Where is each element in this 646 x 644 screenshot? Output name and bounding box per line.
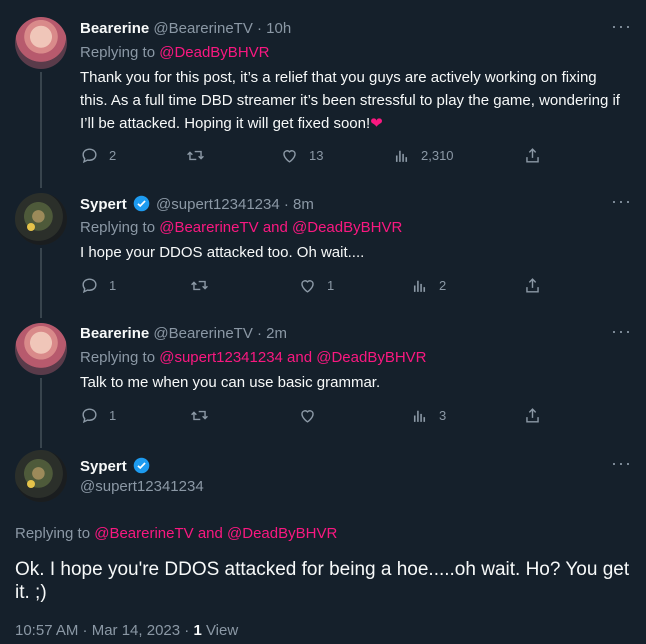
like-button[interactable]: 13 [280,146,323,165]
tweet-text: I hope your DDOS attacked too. Oh wait..… [80,241,625,264]
like-count: 1 [327,278,335,293]
replying-to: Replying to @DeadByBHVR [80,44,270,61]
reply-icon [82,278,97,294]
tweet-text-content: Thank you for this post, it’s a relief t… [80,69,620,132]
author-name[interactable]: Sypert [80,196,127,213]
mention-link[interactable]: @supert12341234 and @DeadByBHVR [159,349,426,366]
mention-link[interactable]: @BearerineTV and @DeadByBHVR [94,525,337,542]
views-button[interactable]: 3 [410,406,446,425]
author-name[interactable]: Bearerine [80,325,149,342]
author-name[interactable]: Sypert [80,458,127,475]
author-handle[interactable]: @BearerineTV [153,20,252,37]
views-icon [413,280,426,292]
tweet-header: Bearerine @BearerineTV · 2m [80,325,287,342]
tweet-text: Talk to me when you can use basic gramma… [80,371,625,394]
reply-count: 1 [109,408,117,423]
author-name[interactable]: Bearerine [80,20,149,37]
tweet-text-content: I hope your DDOS attacked too. Oh wait..… [80,244,365,261]
retweet-icon [187,150,204,161]
author-handle[interactable]: @supert12341234 [156,196,280,213]
avatar[interactable] [15,450,67,502]
reply-button[interactable]: 1 [80,406,116,425]
more-icon[interactable]: ··· [611,16,632,37]
views-count: 2 [439,278,447,293]
tweet-meta: 10:57 AM · Mar 14, 2023 · 1 View [15,622,238,639]
tweet-text: Thank you for this post, it’s a relief t… [80,66,625,135]
tweet-header: Bearerine @BearerineTV · 10h [80,20,291,37]
tweet-header: Sypert @supert12341234 · 8m [80,195,314,213]
reply-button[interactable]: 1 [80,276,116,295]
author-handle[interactable]: @supert12341234 [80,478,204,495]
like-icon [283,150,296,163]
action-bar: 1 1 2 [80,276,550,298]
views-count: 2,310 [421,148,454,163]
share-button[interactable] [523,146,542,165]
heart-emoji: ❤ [370,115,383,132]
replying-to-label: Replying to [80,44,160,61]
share-icon [526,278,539,293]
view-count: 1 [193,622,202,639]
more-icon[interactable]: ··· [611,191,632,212]
tweet-time[interactable]: · 2m [257,325,287,342]
share-button[interactable] [523,276,542,295]
like-button[interactable]: 1 [298,276,334,295]
like-icon [301,410,314,423]
views-icon [413,410,426,422]
main-tweet: Sypert @supert12341234 ··· Replying to @… [0,445,646,644]
reply-count: 2 [109,148,117,163]
share-icon [526,408,539,423]
views-count: 3 [439,408,447,423]
retweet-button[interactable] [190,276,219,295]
reply-icon [82,408,97,424]
tweet-2[interactable]: Sypert @supert12341234 · 8m ··· Replying… [0,185,646,315]
verified-icon [133,457,150,474]
views-button[interactable]: 2,310 [392,146,454,165]
like-button[interactable] [298,406,327,425]
mention-link[interactable]: @DeadByBHVR [159,44,269,61]
author-handle[interactable]: @BearerineTV [153,325,252,342]
action-bar: 1 3 [80,406,550,428]
replying-to: Replying to @supert12341234 and @DeadByB… [80,349,427,366]
tweet-time[interactable]: · 8m [284,196,314,213]
tweet-1[interactable]: Bearerine @BearerineTV · 10h ··· Replyin… [0,0,646,185]
tweet-text-content: Talk to me when you can use basic gramma… [80,374,381,391]
retweet-icon [191,410,208,421]
replying-to: Replying to @BearerineTV and @DeadByBHVR [15,525,337,542]
reply-count: 1 [109,278,117,293]
mention-link[interactable]: @BearerineTV and @DeadByBHVR [159,219,402,236]
retweet-button[interactable] [190,406,219,425]
replying-to-label: Replying to [80,219,160,236]
retweet-button[interactable] [186,146,215,165]
more-icon[interactable]: ··· [611,321,632,342]
share-button[interactable] [523,406,542,425]
verified-icon [133,195,150,212]
main-tweet-header: Sypert @supert12341234 [80,457,204,495]
avatar[interactable] [15,17,67,69]
reply-icon [82,148,97,164]
tweet-time[interactable]: · 10h [257,20,291,37]
like-icon [301,280,314,293]
reply-button[interactable]: 2 [80,146,116,165]
views-icon [395,150,408,162]
timestamp[interactable]: 10:57 AM · Mar 14, 2023 · [15,622,193,639]
share-icon [526,148,539,163]
retweet-icon [191,280,208,291]
tweet-3[interactable]: Bearerine @BearerineTV · 2m ··· Replying… [0,315,646,445]
views-button[interactable]: 2 [410,276,446,295]
avatar[interactable] [15,193,67,245]
view-label: View [201,622,239,639]
replying-to-label: Replying to [15,525,95,542]
replying-to-label: Replying to [80,349,160,366]
main-tweet-text: Ok. I hope you're DDOS attacked for bein… [15,559,630,603]
avatar[interactable] [15,323,67,375]
replying-to: Replying to @BearerineTV and @DeadByBHVR [80,219,402,236]
more-icon[interactable]: ··· [611,453,632,474]
like-count: 13 [309,148,324,163]
action-bar: 2 13 2,310 [80,146,550,168]
